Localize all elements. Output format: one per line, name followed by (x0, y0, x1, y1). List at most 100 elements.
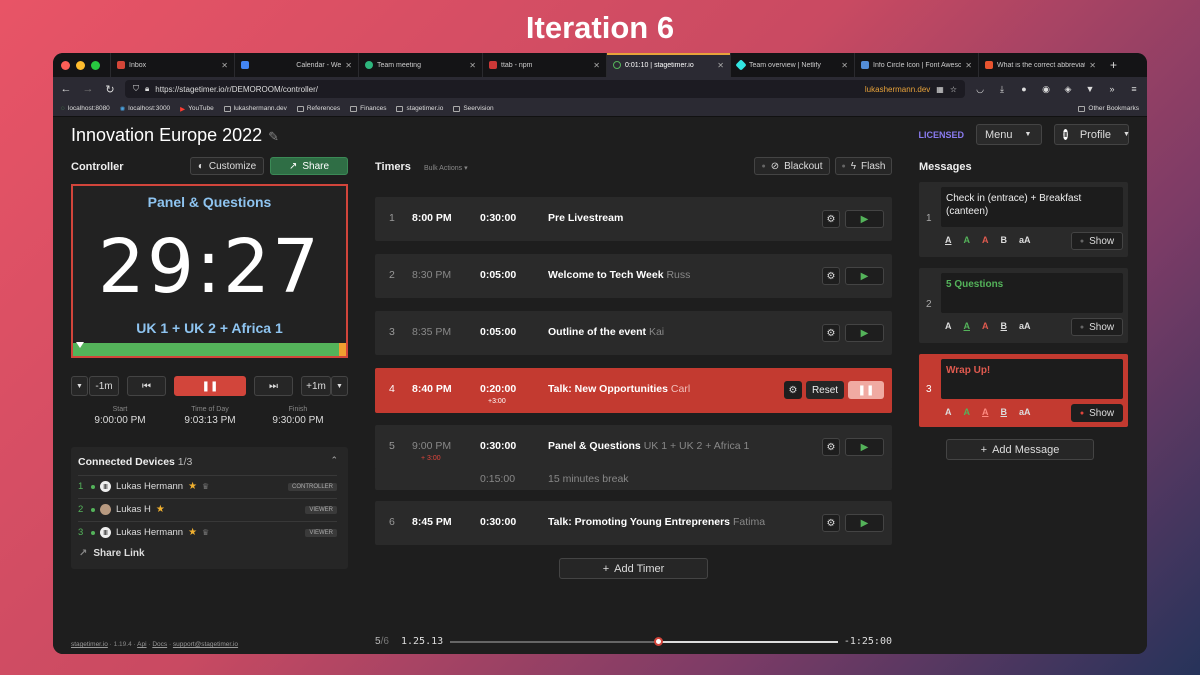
browser-tab[interactable]: Team overview | Netlify ✕ (730, 53, 854, 77)
extension-icon[interactable]: ◉ (1039, 84, 1053, 95)
show-message-button[interactable]: ● Show (1071, 318, 1123, 336)
case-button[interactable]: aA (1019, 235, 1031, 245)
message-text[interactable]: Check in (entrace) + Breakfast (canteen) (941, 187, 1123, 227)
case-button[interactable]: aA (1019, 407, 1031, 417)
bookmark-item[interactable]: stagetimer.io (396, 105, 443, 112)
other-bookmarks[interactable]: Other Bookmarks (1078, 105, 1139, 112)
color-white-button[interactable]: A (945, 321, 952, 331)
bulk-actions-dropdown[interactable]: Bulk Actions ▾ (424, 164, 468, 172)
support-link[interactable]: support@stagetimer.io (173, 641, 238, 648)
flash-button[interactable]: ● ϟ Flash (835, 157, 892, 175)
close-tab-icon[interactable]: ✕ (593, 61, 600, 70)
crown-icon[interactable]: ♛ (202, 482, 209, 491)
add-timer-button[interactable]: + Add Timer (559, 558, 708, 579)
extension-icon[interactable]: ◈ (1061, 84, 1075, 95)
message-card-active[interactable]: 3 Wrap Up! A A A BaA ● Show (919, 354, 1128, 427)
close-tab-icon[interactable]: ✕ (717, 61, 724, 70)
star-icon[interactable]: ★ (188, 481, 197, 492)
timer-row[interactable]: 2 8:30 PM 0:05:00 Welcome to Tech Week R… (375, 254, 892, 298)
show-message-button[interactable]: ● Show (1071, 232, 1123, 250)
color-white-button[interactable]: A (945, 235, 952, 245)
break-row[interactable]: 0:15:00 15 minutes break (375, 468, 892, 490)
timer-row[interactable]: 5 9:00 PM + 3:00 0:30:00 Panel & Questio… (375, 425, 892, 470)
message-text[interactable]: Wrap Up! (941, 359, 1123, 399)
previous-button[interactable]: ⏮ (127, 376, 166, 396)
play-button[interactable]: ▶ (845, 267, 884, 285)
address-bar[interactable]: ⛉ 🔒︎ https://stagetimer.io/r/DEMOROOM/co… (125, 80, 965, 98)
playback-track[interactable] (450, 637, 838, 646)
collapse-icon[interactable]: ⌃ (330, 455, 338, 466)
plus-dropdown-button[interactable]: ▼ (331, 376, 348, 396)
message-card[interactable]: 1 Check in (entrace) + Breakfast (cantee… (919, 182, 1128, 257)
next-button[interactable]: ⏭ (254, 376, 293, 396)
maximize-window-button[interactable] (91, 60, 100, 70)
close-tab-icon[interactable]: ✕ (1089, 61, 1096, 70)
menu-dropdown[interactable]: Menu ▼ (976, 124, 1042, 145)
color-red-button[interactable]: A (982, 321, 989, 331)
forward-icon[interactable]: → (81, 83, 95, 95)
add-message-button[interactable]: + Add Message (946, 439, 1094, 460)
browser-tab[interactable]: Calendar - We ✕ (234, 53, 358, 77)
bookmark-item[interactable]: References (296, 105, 340, 112)
gear-icon[interactable]: ⚙ (822, 210, 840, 228)
plus-1m-button[interactable]: +1m (301, 376, 331, 396)
share-link-button[interactable]: ↗ Share Link (79, 548, 145, 559)
share-button[interactable]: ↗ Share (270, 157, 348, 175)
blackout-button[interactable]: ● ⊘ Blackout (754, 157, 830, 175)
color-green-button[interactable]: A (964, 235, 971, 245)
pocket-icon[interactable]: ◡ (973, 84, 987, 95)
bookmark-item[interactable]: Finances (350, 105, 386, 112)
color-green-button[interactable]: A (964, 407, 971, 417)
message-card[interactable]: 2 5 Questions A A A BaA ● Show (919, 268, 1128, 343)
close-tab-icon[interactable]: ✕ (965, 61, 972, 70)
menu-icon[interactable]: ≡ (1127, 84, 1141, 94)
play-button[interactable]: ▶ (845, 324, 884, 342)
timer-row-active[interactable]: 4 8:40 PM 0:20:00 +3:00 Talk: New Opport… (375, 368, 892, 413)
color-red-button[interactable]: A (982, 235, 989, 245)
browser-tab[interactable]: Inbox ✕ (110, 53, 234, 77)
overflow-icon[interactable]: » (1105, 84, 1119, 94)
reset-button[interactable]: Reset (806, 381, 844, 399)
minimize-window-button[interactable] (76, 60, 85, 70)
color-white-button[interactable]: A (945, 407, 952, 417)
browser-tab[interactable]: Info Circle Icon | Font Awesome✕ (854, 53, 978, 77)
reload-icon[interactable]: ↻ (103, 83, 117, 96)
docs-link[interactable]: Docs (152, 641, 167, 648)
timer-row[interactable]: 3 8:35 PM 0:05:00 Outline of the event K… (375, 311, 892, 355)
vpn-icon[interactable]: ▼ (1083, 84, 1097, 94)
extension-icon[interactable]: ● (1017, 84, 1031, 94)
bookmark-item[interactable]: ✺ localhost:3000 (120, 105, 170, 113)
gear-icon[interactable]: ⚙ (822, 324, 840, 342)
minus-dropdown-button[interactable]: ▼ (71, 376, 88, 396)
browser-tab[interactable]: Team meeting ✕ (358, 53, 482, 77)
bookmark-item[interactable]: lukashermann.dev (223, 105, 287, 112)
play-button[interactable]: ▶ (845, 438, 884, 456)
download-icon[interactable]: ⤓ (995, 84, 1009, 95)
play-button[interactable]: ▶ (845, 210, 884, 228)
gear-icon[interactable]: ⚙ (822, 267, 840, 285)
star-icon[interactable]: ★ (188, 527, 197, 538)
color-green-button[interactable]: A (964, 321, 971, 331)
timer-row[interactable]: 1 8:00 PM 0:30:00 Pre Livestream ⚙ ▶ (375, 197, 892, 241)
close-window-button[interactable] (61, 60, 70, 70)
bookmark-star-icon[interactable]: ☆ (950, 85, 957, 94)
pause-button[interactable]: ❚❚ (174, 376, 246, 396)
color-red-button[interactable]: A (982, 407, 989, 417)
star-icon[interactable]: ★ (156, 504, 165, 515)
show-message-button-active[interactable]: ● Show (1071, 404, 1123, 422)
profile-dropdown[interactable]: Ⅲ Profile ▼ (1054, 124, 1130, 145)
close-tab-icon[interactable]: ✕ (469, 61, 476, 70)
browser-tab[interactable]: ttab - npm ✕ (482, 53, 606, 77)
grid-icon[interactable]: ▦ (936, 85, 944, 94)
bookmark-item[interactable]: ▶ YouTube (180, 105, 214, 113)
gear-icon[interactable]: ⚙ (822, 438, 840, 456)
case-button[interactable]: aA (1019, 321, 1031, 331)
close-tab-icon[interactable]: ✕ (841, 61, 848, 70)
close-tab-icon[interactable]: ✕ (345, 61, 352, 70)
bookmark-item[interactable]: ◌ localhost:8080 (61, 105, 110, 112)
browser-tab[interactable]: What is the correct abbreviati ✕ (978, 53, 1102, 77)
minus-1m-button[interactable]: -1m (89, 376, 119, 396)
gear-icon[interactable]: ⚙ (784, 381, 802, 399)
edit-pencil-icon[interactable]: ✎ (268, 129, 279, 144)
new-tab-button[interactable]: + (1102, 58, 1117, 72)
